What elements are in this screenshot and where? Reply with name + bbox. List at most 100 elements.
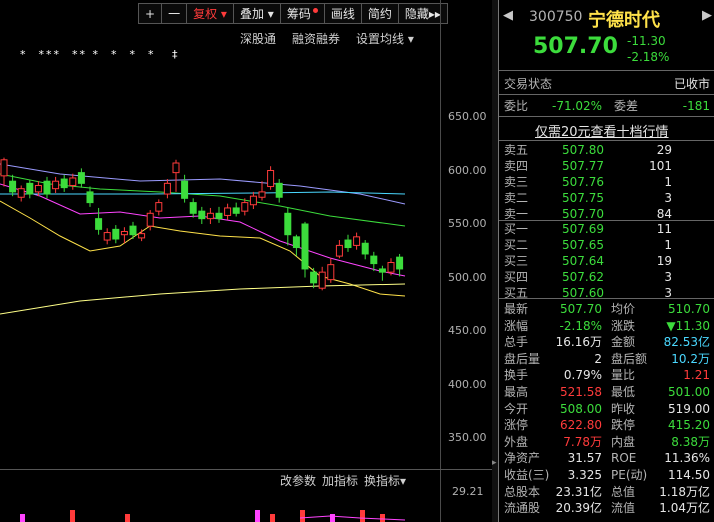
candle-body (146, 212, 154, 227)
candle-body (129, 225, 137, 236)
buys-row[interactable]: 买三 507.64 19 (504, 253, 710, 269)
stat-value: ▼11.30 (666, 318, 710, 333)
weibi-value: -71.02% (552, 99, 603, 113)
stat-value: 20.39亿 (555, 501, 602, 516)
kline-svg[interactable] (0, 46, 440, 466)
candle-body (112, 228, 120, 240)
stat-value: 3.325 (567, 468, 602, 482)
candle-body (155, 202, 163, 212)
order-level-label: 买三 (504, 254, 529, 268)
stat-row: 总股本 23.31亿 总值 1.18万亿 (504, 484, 710, 500)
stat-row: 换手 0.79% 量比 1.21 (504, 367, 710, 383)
quote-panel: ◀ 300750 宁德时代 ▶ 507.70 -11.30 -2.18% 交易状… (498, 0, 714, 522)
stat-row: 盘后量 2 盘后额 10.2万 (504, 351, 710, 367)
price-change-pct: -2.18% (627, 50, 670, 64)
stat-value: -2.18% (559, 318, 602, 333)
candle-body (26, 182, 34, 195)
buys-row[interactable]: 买二 507.65 1 (504, 237, 710, 253)
candle-body (77, 172, 85, 184)
y-axis-divider (440, 0, 441, 522)
stat-label: 昨收 (611, 401, 636, 416)
buys-row[interactable]: 买四 507.62 3 (504, 269, 710, 285)
candle-body (206, 212, 214, 220)
indicator-bar (300, 510, 305, 522)
stat-value: 508.00 (560, 401, 602, 416)
indicator-bar: 改参数 加指标 换指标▾ (280, 472, 406, 489)
stat-row: 最新 507.70 均价 510.70 (504, 301, 710, 317)
zoom-in-button[interactable]: + (138, 3, 163, 24)
indicator-value: 29.21 (452, 485, 484, 498)
candle-body (318, 271, 326, 289)
order-volume: 1 (664, 175, 672, 189)
order-price: 507.69 (562, 222, 604, 236)
sells-row[interactable]: 卖二 507.75 3 (504, 190, 710, 206)
overlay-label: 叠加 (239, 7, 264, 21)
zoom-out-button[interactable]: 一 (162, 3, 188, 24)
order-volume: 3 (664, 191, 672, 205)
stat-label: 金额 (611, 335, 636, 350)
stat-label: 最高 (504, 385, 529, 399)
candle-body (138, 233, 146, 239)
chevron-down-icon: ▾ (267, 7, 274, 21)
candle-body (60, 178, 68, 189)
shengutong-link[interactable]: 深股通 (240, 30, 276, 46)
add-indicator-button[interactable]: 加指标 (322, 472, 358, 489)
simple-mode-button[interactable]: 简约 (361, 3, 399, 24)
trade-status-label: 交易状态 (504, 77, 553, 91)
buys-row[interactable]: 买一 507.69 11 (504, 221, 710, 237)
stat-label: ROE (611, 451, 637, 466)
stat-value: 8.38万 (671, 434, 710, 449)
ma-settings-button[interactable]: 设置均线 ▾ (356, 30, 414, 46)
sells-row[interactable]: 卖五 507.80 29 (504, 142, 710, 158)
prev-stock-arrow-icon[interactable]: ◀ (503, 8, 513, 23)
order-level-label: 卖三 (504, 175, 529, 189)
y-tick-label: 500.00 (448, 270, 487, 284)
indicator-bar (70, 510, 75, 522)
chip-label: 筹码 (286, 7, 311, 21)
stat-label: 流值 (611, 501, 636, 516)
ma-line (0, 183, 406, 277)
indicator-bar (125, 514, 130, 522)
stat-label: 收益(三) (504, 468, 550, 482)
candle-body (275, 182, 283, 198)
chip-button[interactable]: 筹码 (280, 3, 325, 24)
candle-body (34, 184, 42, 193)
order-price: 507.76 (562, 175, 604, 189)
hide-label: 隐藏 (404, 7, 429, 21)
order-price: 507.64 (562, 254, 604, 268)
candle-body (396, 256, 404, 270)
last-price: 507.70 (533, 34, 618, 59)
order-volume: 3 (664, 270, 672, 284)
y-tick-label: 350.00 (448, 431, 487, 444)
change-params-button[interactable]: 改参数 (280, 472, 316, 489)
stat-value: 10.2万 (671, 351, 710, 366)
order-volume: 29 (656, 143, 672, 157)
chevron-down-icon: ▾ (407, 32, 414, 46)
indicator-svg[interactable] (0, 488, 440, 522)
overlay-button[interactable]: 叠加 ▾ (233, 3, 281, 24)
stat-value: 16.16万 (555, 335, 602, 350)
stat-row: 净资产 31.57 ROE 11.36% (504, 450, 710, 466)
order-volume: 101 (649, 159, 672, 173)
next-stock-arrow-icon[interactable]: ▶ (702, 8, 712, 23)
order-level-label: 卖五 (504, 143, 529, 157)
sells-row[interactable]: 卖三 507.76 1 (504, 174, 710, 190)
stat-value: 31.57 (567, 451, 602, 466)
fuquan-button[interactable]: 复权 ▾ (187, 3, 234, 24)
level10-promo-link[interactable]: 仅需20元查看十档行情 (535, 121, 669, 140)
candle-body (95, 218, 103, 230)
y-tick-label: 600.00 (448, 163, 487, 177)
sells-row[interactable]: 卖四 507.77 101 (504, 158, 710, 174)
draw-line-button[interactable]: 画线 (324, 3, 362, 24)
indicator-line (299, 515, 406, 521)
candle-body (52, 180, 60, 190)
margin-trading-link[interactable]: 融资融券 (292, 30, 340, 46)
candle-body (86, 191, 94, 204)
candle-body (241, 202, 249, 212)
candle-body (284, 212, 292, 236)
order-volume: 11 (656, 222, 672, 236)
swap-indicator-button[interactable]: 换指标▾ (364, 472, 406, 489)
stat-label: 净资产 (504, 451, 541, 466)
stock-name: 宁德时代 (588, 10, 660, 31)
stat-value: 1.21 (683, 368, 710, 383)
